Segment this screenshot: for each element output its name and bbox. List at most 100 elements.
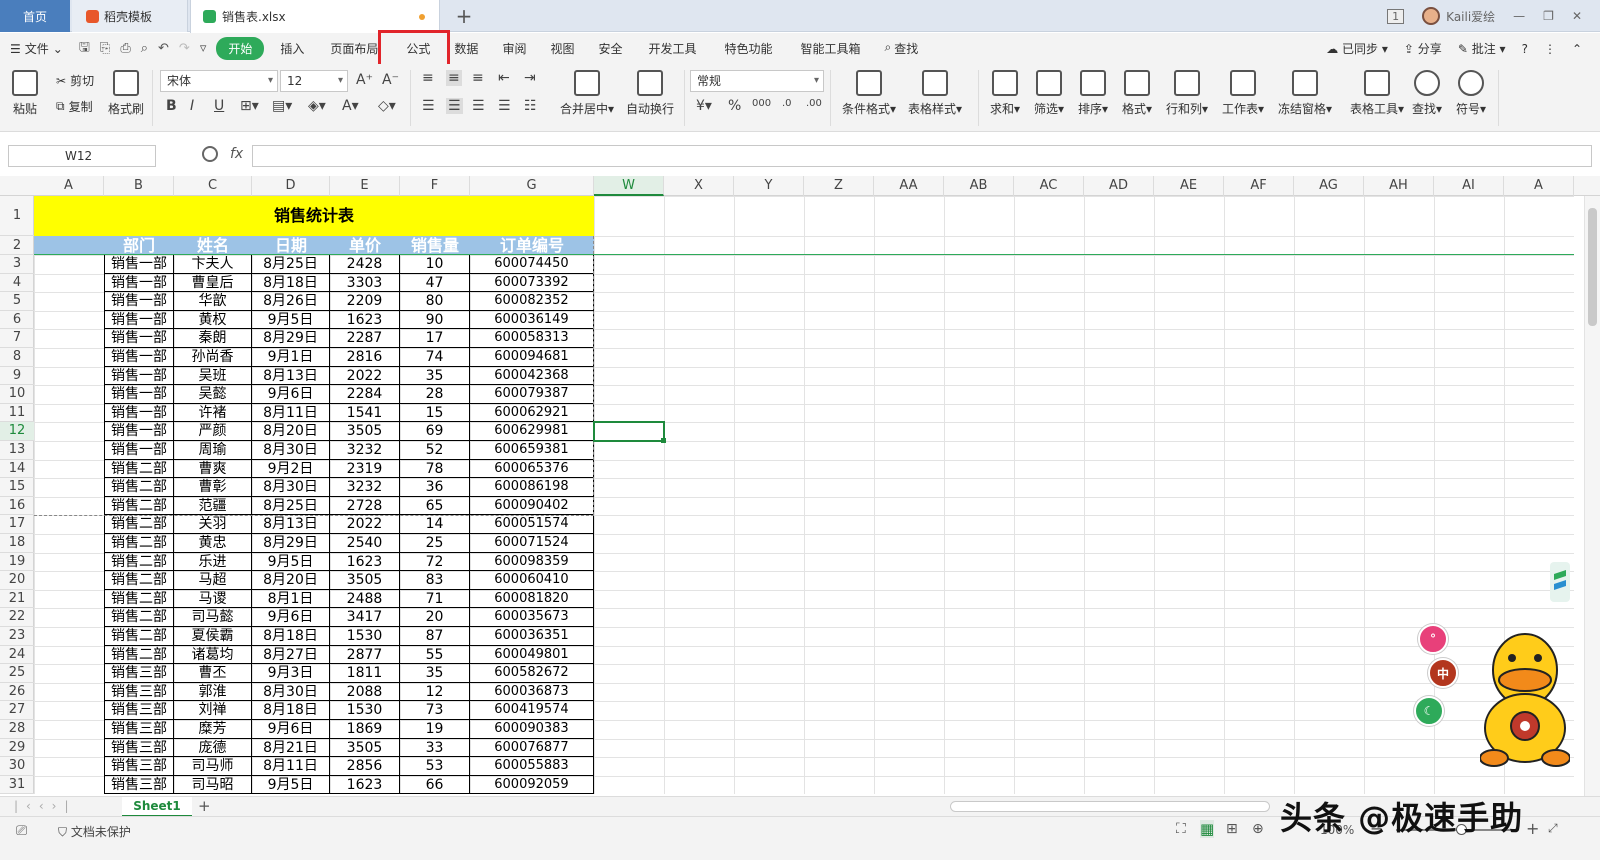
table-cell[interactable]: 8月18日 — [252, 627, 330, 646]
header-cell[interactable]: 部门 — [104, 236, 174, 255]
italic-icon[interactable]: I — [190, 98, 194, 114]
table-cell[interactable]: 8月29日 — [252, 534, 330, 553]
table-cell[interactable]: 8月29日 — [252, 329, 330, 348]
table-cell[interactable]: 83 — [400, 571, 470, 590]
tab-file[interactable]: 销售表.xlsx — [190, 0, 440, 33]
symbol-button[interactable]: 符号▾ — [1456, 70, 1486, 117]
table-cell[interactable]: 2728 — [330, 496, 400, 516]
table-cell[interactable]: 8月25日 — [252, 255, 330, 274]
row-header[interactable]: 30 — [0, 757, 34, 776]
table-cell[interactable]: 范疆 — [174, 496, 252, 516]
table-cell[interactable]: 1623 — [330, 775, 400, 795]
table-cell[interactable]: 600582672 — [470, 664, 594, 683]
table-cell[interactable]: 8月13日 — [252, 515, 330, 534]
table-cell[interactable]: 3505 — [330, 422, 400, 441]
row-header[interactable]: 26 — [0, 683, 34, 702]
row-col-button[interactable]: 行和列▾ — [1166, 70, 1208, 117]
table-cell[interactable]: 600074450 — [470, 255, 594, 274]
column-header[interactable]: Z — [804, 176, 874, 196]
table-cell[interactable]: 司马昭 — [174, 775, 252, 795]
table-cell[interactable]: 600036351 — [470, 627, 594, 646]
active-cell-cursor[interactable] — [593, 421, 665, 442]
undo-icon[interactable]: ↶ — [158, 41, 169, 56]
table-cell[interactable]: 600036149 — [470, 310, 594, 330]
table-cell[interactable]: 25 — [400, 534, 470, 553]
table-cell[interactable]: 糜芳 — [174, 720, 252, 739]
row-header[interactable]: 8 — [0, 348, 34, 367]
table-cell[interactable]: 9月6日 — [252, 385, 330, 404]
column-header[interactable]: AH — [1364, 176, 1434, 196]
fill-handle[interactable] — [661, 438, 666, 443]
table-cell[interactable]: 600065376 — [470, 459, 594, 479]
table-cell[interactable]: 1811 — [330, 664, 400, 683]
table-cell[interactable]: 销售一部 — [104, 366, 174, 386]
sort-button[interactable]: 排序▾ — [1078, 70, 1108, 117]
table-cell[interactable]: 销售三部 — [104, 682, 174, 702]
table-cell[interactable]: 9月1日 — [252, 348, 330, 367]
table-cell[interactable]: 曹爽 — [174, 459, 252, 479]
table-cell[interactable]: 许褚 — [174, 403, 252, 423]
table-cell[interactable]: 曹丕 — [174, 664, 252, 683]
table-cell[interactable]: 乐进 — [174, 552, 252, 572]
table-cell[interactable]: 司马懿 — [174, 608, 252, 627]
table-cell[interactable]: 72 — [400, 552, 470, 572]
row-header[interactable]: 18 — [0, 534, 34, 553]
row-header[interactable]: 2 — [0, 236, 34, 255]
expand-icon[interactable]: ⤢ — [1548, 821, 1558, 836]
table-cell[interactable]: 28 — [400, 385, 470, 404]
column-header[interactable]: G — [470, 176, 594, 196]
decimal-decrease-icon[interactable]: .00 — [806, 98, 822, 109]
table-cell[interactable]: 9月5日 — [252, 310, 330, 330]
tab-home[interactable]: 首页 — [0, 0, 70, 32]
table-cell[interactable]: 53 — [400, 757, 470, 776]
row-header[interactable]: 29 — [0, 739, 34, 758]
align-top-icon[interactable]: ≡ — [422, 70, 434, 86]
spreadsheet-grid[interactable]: A B C D E F G W X Y Z AA AB AC AD AE AF AG AH AI A 123456789… — [0, 176, 1600, 816]
table-cell[interactable]: 黄忠 — [174, 534, 252, 553]
table-cell[interactable]: 吴懿 — [174, 385, 252, 404]
table-cell[interactable]: 8月11日 — [252, 757, 330, 776]
table-cell[interactable]: 1869 — [330, 720, 400, 739]
file-menu[interactable]: ☰ 文件 ⌄ — [0, 40, 73, 57]
table-cell[interactable]: 15 — [400, 403, 470, 423]
percent-icon[interactable]: % — [728, 98, 741, 114]
format-button[interactable]: 格式▾ — [1122, 70, 1152, 117]
table-cell[interactable]: 曹皇后 — [174, 273, 252, 293]
table-cell[interactable]: 73 — [400, 701, 470, 720]
indent-increase-icon[interactable]: ⇥ — [524, 70, 536, 86]
table-cell[interactable]: 1530 — [330, 627, 400, 646]
new-tab-button[interactable]: + — [450, 0, 478, 32]
worksheet-button[interactable]: 工作表▾ — [1222, 70, 1264, 117]
table-cell[interactable]: 1530 — [330, 701, 400, 720]
protect-status[interactable]: ⛉ 文档未保护 — [58, 823, 131, 840]
column-header[interactable]: AA — [874, 176, 944, 196]
table-cell[interactable]: 曹彰 — [174, 478, 252, 497]
table-cell[interactable]: 3232 — [330, 478, 400, 497]
fill-color-icon[interactable]: ◈▾ — [308, 98, 326, 114]
sync-status[interactable]: ☁ 已同步 ▾ — [1326, 40, 1388, 57]
row-header[interactable]: 22 — [0, 608, 34, 627]
row-header[interactable]: 3 — [0, 255, 34, 274]
table-cell[interactable]: 2022 — [330, 366, 400, 386]
row-header[interactable]: 21 — [0, 590, 34, 609]
print-icon[interactable]: ⎙ — [120, 41, 130, 56]
table-cell[interactable]: 吴班 — [174, 366, 252, 386]
table-cell[interactable]: 销售三部 — [104, 720, 174, 739]
row-header[interactable]: 13 — [0, 441, 34, 460]
table-cell[interactable]: 严颜 — [174, 422, 252, 441]
header-cell[interactable]: 销售量 — [400, 236, 470, 255]
table-cell[interactable]: 600090383 — [470, 720, 594, 739]
conditional-format-button[interactable]: 条件格式▾ — [842, 70, 896, 117]
cell-style-icon[interactable]: ▤▾ — [272, 98, 292, 114]
font-color-icon[interactable]: A▾ — [342, 98, 359, 114]
find-button[interactable]: 查找▾ — [1412, 70, 1442, 117]
zoom-in-icon[interactable]: + — [1526, 819, 1539, 838]
table-cell[interactable]: 2287 — [330, 329, 400, 348]
table-cell[interactable]: 600035673 — [470, 608, 594, 627]
row-header[interactable]: 23 — [0, 627, 34, 646]
column-header[interactable]: AB — [944, 176, 1014, 196]
table-cell[interactable]: 33 — [400, 738, 470, 758]
table-style-button[interactable]: 表格样式▾ — [908, 70, 962, 117]
table-cell[interactable]: 65 — [400, 496, 470, 516]
table-cell[interactable]: 14 — [400, 515, 470, 534]
